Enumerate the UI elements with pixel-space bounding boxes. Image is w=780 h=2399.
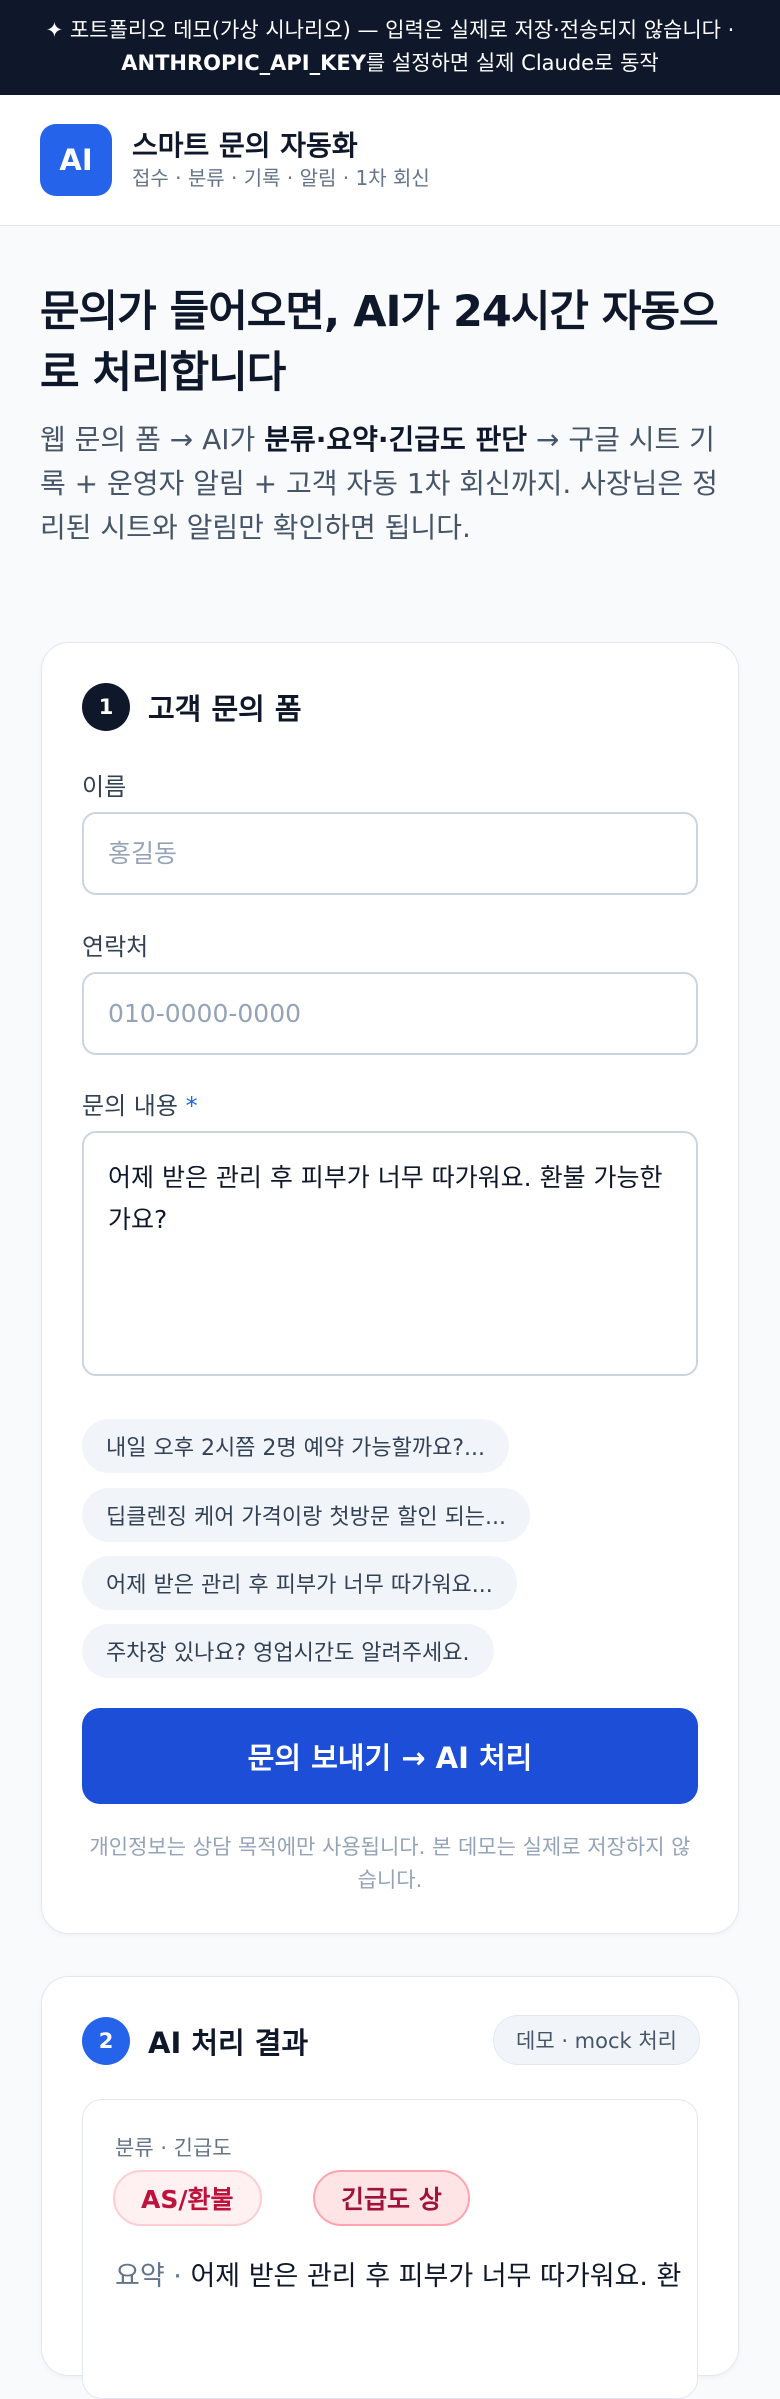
banner-line-2-rest: 를 설정하면 실제 Claude로 동작 [365, 51, 659, 75]
message-label-text: 문의 내용 [82, 1092, 178, 1120]
classification-label: 분류 · 긴급도 [115, 2136, 232, 2160]
app-header: AI 스마트 문의 자동화 접수 · 분류 · 기록 · 알림 · 1차 회신 [0, 95, 780, 226]
category-badge: AS/환불 [113, 2170, 262, 2226]
result-box: 분류 · 긴급도 AS/환불 긴급도 상 요약 · 어제 받은 관리 후 피부가… [82, 2099, 698, 2399]
step-number-badge: 2 [82, 2017, 130, 2065]
mock-mode-badge: 데모 · mock 처리 [493, 2015, 700, 2065]
demo-banner: ✦ 포트폴리오 데모(가상 시나리오) — 입력은 실제로 저장·전송되지 않습… [0, 0, 780, 95]
sample-chip[interactable]: 주차장 있나요? 영업시간도 알려주세요. [82, 1624, 494, 1678]
hero-section: 문의가 들어오면, AI가 24시간 자동으로 처리합니다 웹 문의 폼 → A… [0, 226, 780, 550]
logo: AI [40, 124, 112, 196]
hero-desc-highlight: 분류·요약·긴급도 판단 [264, 423, 528, 456]
summary-separator: · [164, 2261, 191, 2292]
inquiry-form-card: 1 고객 문의 폼 이름 연락처 문의 내용 * 어제 받은 관리 후 피부가 … [41, 642, 739, 1934]
sample-chip[interactable]: 딥클렌징 케어 가격이랑 첫방문 할인 되는... [82, 1488, 531, 1542]
banner-line-1: ✦ 포트폴리오 데모(가상 시나리오) — 입력은 실제로 저장·전송되지 않습… [45, 18, 735, 42]
message-textarea[interactable]: 어제 받은 관리 후 피부가 너무 따가워요. 환불 가능한가요? [82, 1131, 698, 1376]
app-title: 스마트 문의 자동화 [132, 129, 358, 162]
urgency-badge: 긴급도 상 [313, 2170, 470, 2226]
banner-line-2: ANTHROPIC_API_KEY를 설정하면 실제 Claude로 동작 [0, 47, 780, 80]
sample-chip[interactable]: 어제 받은 관리 후 피부가 너무 따가워요... [82, 1556, 517, 1610]
message-label: 문의 내용 * [82, 1086, 198, 1121]
required-mark: * [185, 1092, 198, 1120]
sample-chip[interactable]: 내일 오후 2시쯤 2명 예약 가능할까요?... [82, 1419, 509, 1473]
form-title: 고객 문의 폼 [148, 692, 302, 726]
form-step-header: 1 고객 문의 폼 [82, 683, 302, 731]
result-title: AI 처리 결과 [148, 2026, 309, 2060]
name-input[interactable] [82, 812, 698, 895]
submit-button[interactable]: 문의 보내기 → AI 처리 [82, 1708, 698, 1804]
app-subtitle: 접수 · 분류 · 기록 · 알림 · 1차 회신 [132, 166, 430, 190]
hero-desc-part-1: 웹 문의 폼 → AI가 [40, 423, 265, 456]
api-key-name: ANTHROPIC_API_KEY [121, 51, 366, 75]
privacy-note: 개인정보는 상담 목적에만 사용됩니다. 본 데모는 실제로 저장하지 않습니다… [89, 1835, 691, 1892]
result-step-header: 2 AI 처리 결과 [82, 2017, 308, 2065]
step-number-badge: 1 [82, 683, 130, 731]
summary-key: 요약 [115, 2261, 165, 2292]
hero-description: 웹 문의 폼 → AI가 분류·요약·긴급도 판단 → 구글 시트 기록 + 운… [40, 418, 740, 550]
brand: 스마트 문의 자동화 접수 · 분류 · 기록 · 알림 · 1차 회신 [132, 128, 430, 192]
ai-result-card: 2 AI 처리 결과 데모 · mock 처리 분류 · 긴급도 AS/환불 긴… [41, 1976, 739, 2399]
phone-label: 연락처 [82, 933, 149, 961]
summary-text: 어제 받은 관리 후 피부가 너무 따가워요. 환 [190, 2261, 682, 2292]
summary-line: 요약 · 어제 받은 관리 후 피부가 너무 따가워요. 환 [115, 2254, 681, 2293]
name-label: 이름 [82, 773, 127, 801]
phone-input[interactable] [82, 972, 698, 1055]
hero-title: 문의가 들어오면, AI가 24시간 자동으로 처리합니다 [40, 287, 719, 398]
